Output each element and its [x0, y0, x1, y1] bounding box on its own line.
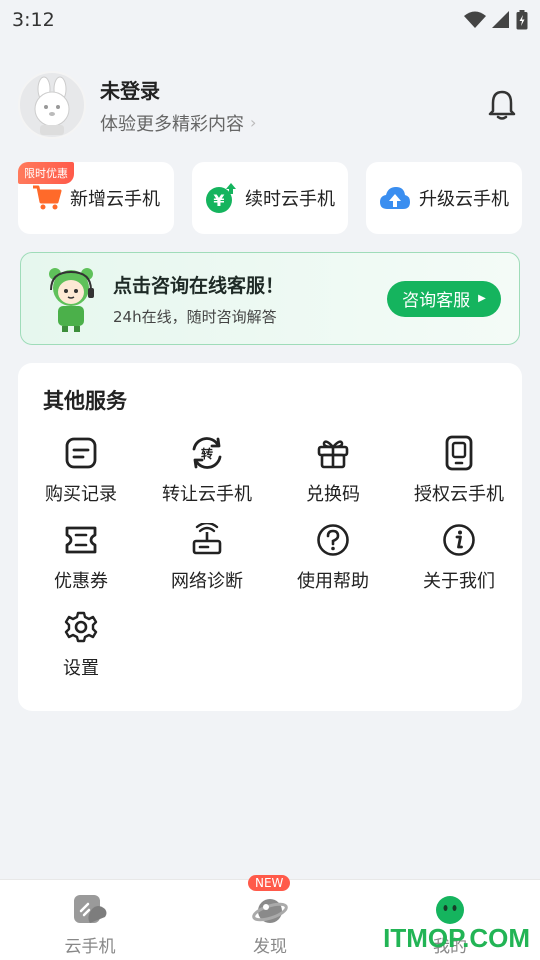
action-label: 升级云手机 — [419, 189, 509, 210]
service-settings[interactable]: 设置 — [18, 609, 144, 689]
nav-tab-discover[interactable]: NEW 发现 — [180, 875, 360, 960]
discover-planet-icon — [252, 892, 288, 928]
status-icons — [464, 10, 528, 30]
banner-text: 点击咨询在线客服！ 24h在线，随时咨询解答 — [113, 271, 387, 327]
svg-text:转: 转 — [201, 446, 213, 461]
banner-title: 点击咨询在线客服！ — [113, 274, 285, 297]
profile-subtitle-text: 体验更多精彩内容 — [100, 113, 244, 135]
service-label: 网络诊断 — [171, 571, 243, 592]
cloud-upload-icon — [379, 185, 411, 211]
service-authorize-phone[interactable]: 授权云手机 — [396, 435, 522, 515]
service-label: 兑换码 — [306, 484, 360, 505]
banner-subtitle: 24h在线，随时咨询解答 — [113, 307, 277, 326]
mascot-icon — [49, 267, 94, 332]
cart-icon — [32, 184, 62, 212]
play-arrow-icon: ▶ — [478, 293, 486, 304]
consult-service-button[interactable]: 咨询客服 ▶ — [387, 280, 501, 317]
profile-header[interactable]: 未登录 体验更多精彩内容 › — [18, 70, 522, 140]
services-title: 其他服务 — [43, 389, 127, 413]
profile-name[interactable]: 未登录 — [100, 75, 482, 104]
profile-subtitle[interactable]: 体验更多精彩内容 › — [100, 110, 482, 136]
battery-icon — [516, 10, 528, 30]
help-icon — [315, 522, 351, 558]
avatar-bunny-icon — [34, 76, 70, 135]
service-transfer-phone[interactable]: 转 转让云手机 — [144, 435, 270, 515]
service-label: 关于我们 — [423, 571, 495, 592]
yen-renew-icon: ¥ — [205, 182, 237, 214]
coupon-icon — [63, 522, 99, 558]
add-cloud-phone-button[interactable]: 限时优惠 新增云手机 — [18, 162, 174, 234]
new-badge: NEW — [248, 875, 291, 891]
info-icon — [441, 522, 477, 558]
transfer-icon: 转 — [189, 435, 225, 471]
notification-bell-button[interactable] — [482, 85, 522, 125]
gift-icon — [315, 435, 351, 471]
customer-service-banner[interactable]: 点击咨询在线客服！ 24h在线，随时咨询解答 咨询客服 ▶ — [20, 252, 520, 345]
service-label: 优惠券 — [54, 571, 108, 592]
avatar[interactable] — [18, 71, 86, 139]
service-coupons[interactable]: 优惠券 — [18, 522, 144, 602]
service-redeem-code[interactable]: 兑换码 — [270, 435, 396, 515]
action-label: 续时云手机 — [245, 189, 335, 210]
upgrade-cloud-phone-button[interactable]: 升级云手机 — [366, 162, 522, 234]
wifi-icon — [464, 11, 486, 28]
status-bar: 3:12 — [0, 0, 540, 40]
bell-icon — [488, 90, 516, 120]
purchase-record-icon — [63, 435, 99, 471]
nav-label: 云手机 — [64, 937, 116, 957]
promo-tag: 限时优惠 — [18, 162, 74, 184]
service-network-diagnosis[interactable]: 网络诊断 — [144, 522, 270, 602]
svg-text:¥: ¥ — [213, 191, 224, 210]
consult-button-label: 咨询客服 — [402, 291, 471, 311]
nav-label: 发现 — [253, 937, 287, 957]
service-help[interactable]: 使用帮助 — [270, 522, 396, 602]
service-purchase-records[interactable]: 购买记录 — [18, 435, 144, 515]
profile-text[interactable]: 未登录 体验更多精彩内容 › — [100, 75, 482, 136]
service-label: 设置 — [63, 658, 99, 679]
chevron-right-icon: › — [250, 113, 257, 132]
service-label: 转让云手机 — [162, 484, 252, 505]
quick-actions: 限时优惠 新增云手机 ¥ 续时云手机 升级云手机 — [18, 162, 522, 234]
site-watermark: ITMOP.COM — [383, 923, 530, 953]
router-icon — [189, 522, 225, 558]
signal-icon — [492, 11, 509, 28]
cloud-phone-icon — [72, 892, 108, 928]
service-label: 授权云手机 — [414, 484, 504, 505]
nav-tab-cloud-phone[interactable]: 云手机 — [0, 880, 180, 960]
service-label: 使用帮助 — [297, 571, 369, 592]
service-about-us[interactable]: 关于我们 — [396, 522, 522, 602]
other-services-card: 其他服务 购买记录 转 转让云手机 兑换码 授权云手机 优惠券 网络诊断 使用帮… — [18, 363, 522, 711]
status-time: 3:12 — [12, 9, 55, 31]
service-label: 购买记录 — [45, 484, 117, 505]
action-label: 新增云手机 — [70, 189, 160, 210]
renew-cloud-phone-button[interactable]: ¥ 续时云手机 — [192, 162, 348, 234]
settings-gear-icon — [63, 609, 99, 645]
authorize-phone-icon — [441, 435, 477, 471]
